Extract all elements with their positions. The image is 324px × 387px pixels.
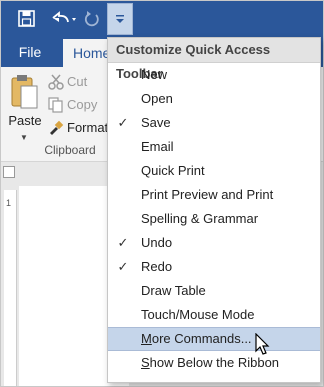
ruler-mark: 1 bbox=[6, 198, 12, 208]
menu-item-label: Save bbox=[141, 115, 171, 130]
cut-button[interactable]: Cut bbox=[45, 71, 115, 93]
copy-button[interactable]: Copy bbox=[45, 94, 115, 116]
mouse-pointer-icon bbox=[255, 333, 270, 355]
tab-file[interactable]: File bbox=[1, 37, 59, 67]
menu-item-label: Quick Print bbox=[141, 163, 205, 178]
menu-item-label: More Commands... bbox=[141, 331, 252, 346]
menu-item-show-below-the-ribbon[interactable]: Show Below the Ribbon bbox=[108, 351, 320, 375]
menu-item-new[interactable]: New bbox=[108, 63, 320, 87]
format-label: Format bbox=[67, 120, 109, 135]
tab-selector[interactable] bbox=[3, 166, 15, 178]
menu-item-touch-mouse-mode[interactable]: Touch/Mouse Mode bbox=[108, 303, 320, 327]
chevron-down-icon: ▼ bbox=[20, 133, 28, 142]
checkmark-icon: ✓ bbox=[117, 259, 129, 274]
repeat-icon bbox=[84, 11, 99, 27]
menu-item-label: Draw Table bbox=[141, 283, 206, 298]
menu-item-label: Touch/Mouse Mode bbox=[141, 307, 255, 322]
quick-access-toolbar bbox=[1, 1, 323, 37]
menu-item-label: Email bbox=[141, 139, 174, 154]
customize-dropdown-icon bbox=[116, 15, 124, 23]
repeat-button[interactable] bbox=[81, 5, 103, 33]
paintbrush-icon bbox=[50, 120, 64, 135]
vertical-ruler: 1 bbox=[4, 190, 17, 386]
menu-items: New Open ✓ Save Email Quick Print Print Previe… bbox=[108, 63, 320, 375]
paste-button[interactable]: Paste ▼ bbox=[7, 73, 43, 143]
menu-item-label: New bbox=[141, 67, 168, 82]
checkmark-icon: ✓ bbox=[117, 235, 129, 250]
menu-item-label: Undo bbox=[141, 235, 173, 250]
menu-item-quick-print[interactable]: Quick Print bbox=[108, 159, 320, 183]
menu-item-label: Redo bbox=[141, 259, 173, 274]
clipboard-paste-icon bbox=[11, 75, 38, 109]
customize-qat-button[interactable] bbox=[107, 3, 133, 35]
menu-item-print-preview-and-print[interactable]: Print Preview and Print bbox=[108, 183, 320, 207]
menu-item-email[interactable]: Email bbox=[108, 135, 320, 159]
format-painter-button[interactable]: Format bbox=[45, 117, 115, 139]
checkmark-icon: ✓ bbox=[117, 115, 129, 130]
menu-item-redo[interactable]: ✓ Redo bbox=[108, 255, 320, 279]
copy-label: Copy bbox=[67, 97, 98, 112]
menu-item-save[interactable]: ✓ Save bbox=[108, 111, 320, 135]
menu-item-undo[interactable]: ✓ Undo bbox=[108, 231, 320, 255]
menu-item-spelling-grammar[interactable]: Spelling & Grammar bbox=[108, 207, 320, 231]
scissors-icon bbox=[48, 74, 64, 90]
menu-item-more-commands[interactable]: More Commands... bbox=[108, 327, 320, 351]
paste-label: Paste bbox=[8, 113, 42, 128]
copy-icon bbox=[48, 97, 63, 113]
menu-item-label: Print Preview and Print bbox=[141, 187, 274, 202]
save-button[interactable] bbox=[16, 5, 38, 33]
save-icon bbox=[18, 10, 35, 27]
word-window: File Home Paste ▼ Cut Copy Format Clipbo… bbox=[0, 0, 324, 387]
cut-label: Cut bbox=[67, 74, 88, 89]
menu-item-label: Spelling & Grammar bbox=[141, 211, 259, 226]
menu-item-open[interactable]: Open bbox=[108, 87, 320, 111]
customize-qat-menu: Customize Quick Access Toolbar New Open ✓ S… bbox=[107, 37, 321, 383]
undo-icon bbox=[52, 11, 76, 23]
menu-title: Customize Quick Access Toolbar bbox=[108, 38, 320, 81]
undo-button[interactable] bbox=[49, 5, 79, 33]
menu-item-label: Open bbox=[141, 91, 173, 106]
menu-item-draw-table[interactable]: Draw Table bbox=[108, 279, 320, 303]
